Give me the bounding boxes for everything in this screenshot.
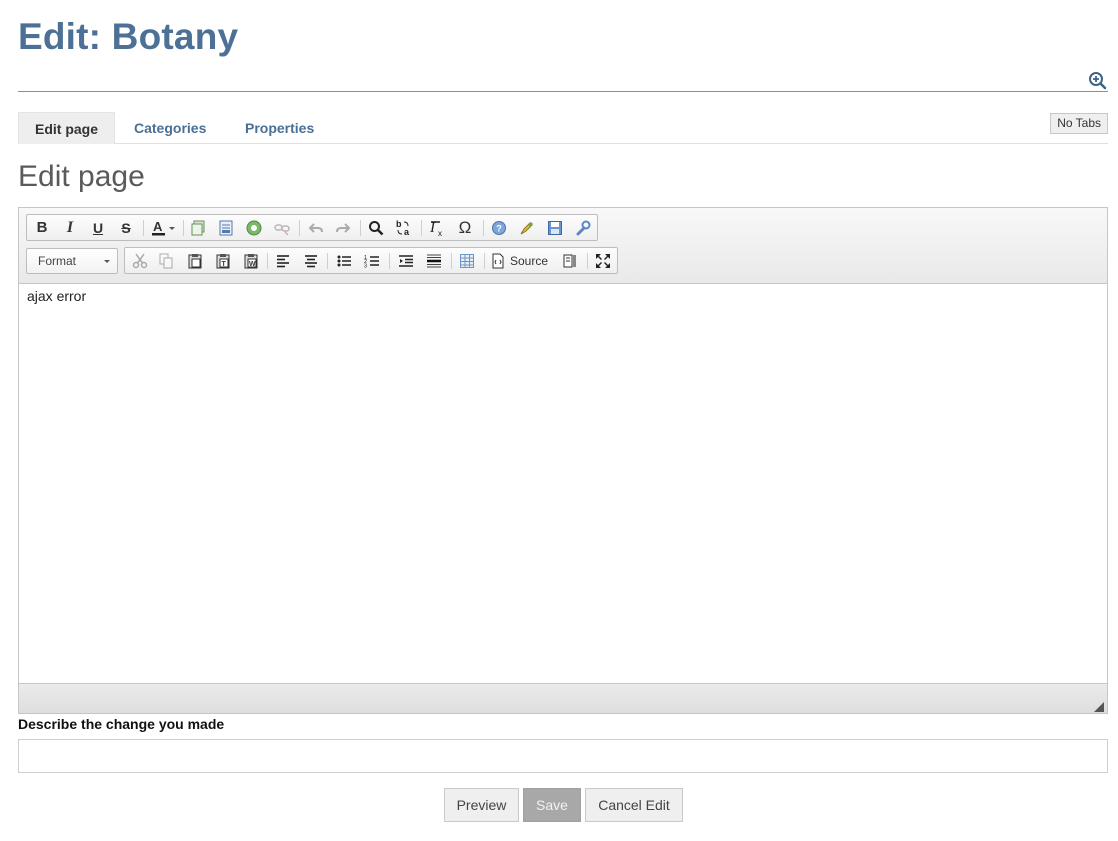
horizontal-rule-icon[interactable] [424,251,444,271]
cancel-edit-button[interactable]: Cancel Edit [585,788,683,822]
svg-text:A: A [153,219,163,234]
help-icon[interactable]: ? [489,218,509,238]
numbered-list-icon[interactable]: 123 [362,251,382,271]
svg-text:W: W [249,261,256,268]
save-button[interactable]: Save [523,788,581,822]
save-icon[interactable] [545,218,565,238]
italic-icon[interactable]: I [60,218,80,238]
tab-edit-page[interactable]: Edit page [18,112,116,144]
summary-label: Describe the change you made [18,716,225,732]
special-char-icon[interactable]: Ω [455,218,475,238]
strikethrough-icon[interactable]: S [116,218,136,238]
underline-icon[interactable]: U [88,218,108,238]
toolbar-group-clipboard: T W 123 Source [124,247,618,274]
settings-icon[interactable] [573,218,593,238]
svg-text:b: b [396,219,402,229]
unlink-icon[interactable] [272,218,292,238]
text-color-icon[interactable]: A [150,218,178,238]
page-title: Edit: Botany [18,16,239,57]
paste-word-icon[interactable]: W [241,251,261,271]
svg-text:T: T [222,261,227,268]
table-icon[interactable] [457,251,477,271]
show-blocks-icon[interactable] [560,251,580,271]
preview-button[interactable]: Preview [444,788,519,822]
editor-content-area[interactable]: ajax error [19,284,1107,684]
editor-statusbar [19,683,1107,713]
copy-formatting-icon[interactable] [188,218,208,238]
edit-tabs: Edit page Categories Properties No Tabs [18,112,1108,144]
svg-text:a: a [404,227,410,237]
source-icon [492,253,504,269]
undo-icon[interactable] [306,218,326,238]
find-icon[interactable] [366,218,386,238]
title-divider [18,91,1108,92]
highlight-icon[interactable] [517,218,537,238]
rich-text-editor: B I U S A b a I x Ω ? Format T W 1 2 3 S… [18,207,1108,714]
svg-text:3: 3 [364,264,367,270]
format-dropdown-label: Format [38,254,77,268]
toolbar-group-formatting: B I U S A b a I x Ω ? [26,214,598,241]
source-label: Source [510,254,549,268]
tab-categories[interactable]: Categories [134,112,206,144]
cut-icon[interactable] [130,251,150,271]
templates-icon[interactable] [216,218,236,238]
svg-text:?: ? [496,224,502,234]
zoom-in-icon[interactable] [1088,71,1108,91]
align-left-icon[interactable] [273,251,293,271]
editor-content-text: ajax error [27,288,87,304]
paste-text-icon[interactable]: T [213,251,233,271]
copy-icon[interactable] [156,251,176,271]
remove-format-icon[interactable]: Ix [427,218,447,238]
align-center-icon[interactable] [301,251,321,271]
source-button[interactable]: Source [491,251,553,271]
redo-icon[interactable] [333,218,353,238]
section-title: Edit page [18,160,145,193]
svg-text:x: x [438,229,442,237]
paste-icon[interactable] [185,251,205,271]
maximize-icon[interactable] [593,251,613,271]
editor-toolbar: B I U S A b a I x Ω ? Format T W 1 2 3 S… [19,208,1107,284]
bulleted-list-icon[interactable] [334,251,354,271]
resize-handle-icon[interactable] [1094,699,1104,712]
bold-icon[interactable]: B [32,218,52,238]
tab-properties[interactable]: Properties [245,112,314,144]
format-dropdown[interactable]: Format [26,248,118,274]
replace-icon[interactable]: ba [394,218,414,238]
image-icon[interactable] [244,218,264,238]
chevron-down-icon [104,260,110,263]
no-tabs-button[interactable]: No Tabs [1050,113,1108,134]
summary-input[interactable] [18,739,1108,773]
outdent-icon[interactable] [396,251,416,271]
